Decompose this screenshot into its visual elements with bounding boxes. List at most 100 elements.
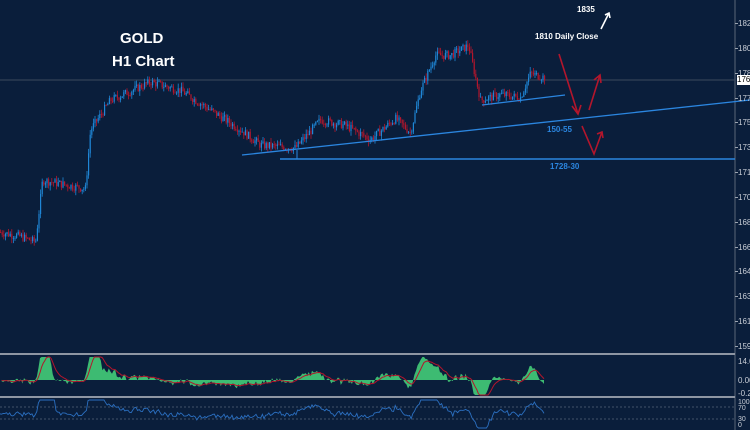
- candle-body: [465, 44, 467, 51]
- candle-body: [280, 144, 282, 146]
- candle-body: [57, 181, 59, 186]
- candle-body: [206, 106, 208, 110]
- candle-body: [536, 73, 538, 74]
- candle-body: [340, 120, 342, 129]
- candle-body: [132, 89, 134, 92]
- candle-body: [404, 124, 406, 129]
- candle-body: [36, 228, 38, 241]
- candle-body: [539, 79, 541, 81]
- candle-body: [246, 130, 248, 139]
- candle-body: [400, 117, 402, 120]
- candle-body: [168, 86, 170, 89]
- candle-body: [208, 109, 210, 110]
- candle-body: [27, 237, 29, 239]
- candle-body: [337, 120, 339, 125]
- candle-body: [356, 130, 358, 132]
- candle-body: [30, 240, 32, 242]
- rsi-tick: 70: [738, 405, 746, 412]
- macd-tick: 0.00: [738, 376, 750, 385]
- candle-body: [438, 51, 440, 53]
- candle-body: [364, 135, 366, 137]
- up-arrow-icon: [600, 12, 610, 30]
- candle-body: [118, 97, 120, 100]
- candle-body: [344, 121, 346, 125]
- candle-body: [296, 145, 298, 147]
- candle-body: [544, 75, 546, 81]
- candle-body: [494, 92, 496, 94]
- candle-body: [0, 232, 2, 234]
- candle-body: [443, 55, 445, 59]
- price-axis-label: 166: [738, 242, 750, 252]
- candle-body: [56, 179, 58, 186]
- candle-body: [257, 138, 259, 142]
- candle-body: [59, 180, 61, 182]
- candle-body: [334, 123, 336, 128]
- candle-body: [385, 126, 387, 130]
- candle-body: [265, 143, 267, 149]
- candle-body: [398, 117, 400, 121]
- candle-body: [312, 124, 314, 135]
- candle-body: [486, 100, 488, 102]
- candle-body: [347, 124, 349, 126]
- candle-body: [310, 130, 312, 135]
- candle-body: [472, 52, 474, 62]
- candle-body: [70, 184, 72, 189]
- candle-body: [302, 137, 304, 141]
- candle-body: [457, 48, 459, 54]
- candle-body: [294, 145, 296, 148]
- candle-body: [260, 143, 262, 148]
- candle-body: [446, 51, 448, 54]
- macd-tick: -0.2: [738, 389, 750, 398]
- candle-body: [100, 114, 102, 115]
- timeframe-title: H1 Chart: [112, 53, 175, 70]
- candle-body: [220, 116, 222, 122]
- candle-body: [430, 66, 432, 71]
- candle-body: [336, 124, 338, 128]
- candle-body: [504, 92, 506, 97]
- candle-body: [91, 128, 93, 135]
- candle-body: [492, 92, 494, 101]
- candle-body: [358, 131, 360, 137]
- macd-histogram: [1, 357, 545, 395]
- candle-body: [339, 120, 341, 122]
- candle-body: [235, 128, 237, 131]
- candle-body: [166, 85, 168, 87]
- candle-body: [92, 123, 94, 129]
- candle-body: [8, 232, 10, 237]
- candle-body: [225, 115, 227, 123]
- price-axis-label: 171: [738, 168, 750, 178]
- candle-body: [360, 132, 362, 137]
- candle-body: [272, 143, 274, 148]
- price-axis-label: 173: [738, 143, 750, 153]
- candle-body: [155, 82, 157, 87]
- candle-body: [320, 118, 322, 121]
- candle-body: [60, 180, 62, 188]
- candle-body: [243, 131, 245, 136]
- price-axis-label: 170: [738, 192, 750, 202]
- candle-body: [387, 122, 389, 127]
- candle-body: [483, 100, 485, 103]
- candle-body: [177, 88, 179, 93]
- candle-body: [19, 231, 21, 236]
- candle-body: [4, 234, 6, 237]
- candle-body: [126, 90, 128, 96]
- candle-body: [172, 86, 174, 93]
- candle-body: [275, 144, 277, 146]
- candle-body: [140, 85, 142, 89]
- candle-body: [1, 232, 3, 235]
- candle-body: [448, 51, 450, 59]
- candle-body: [94, 119, 96, 124]
- candle-body: [435, 55, 437, 63]
- candle-body: [51, 182, 53, 184]
- candle-body: [144, 82, 146, 89]
- price-axis-label: 161: [738, 317, 750, 327]
- candle-body: [108, 98, 110, 105]
- candle-body: [408, 131, 410, 133]
- candle-body: [478, 86, 480, 98]
- candle-body: [152, 80, 154, 86]
- candle-body: [278, 144, 280, 146]
- candle-body: [505, 91, 507, 97]
- candle-body: [240, 130, 242, 132]
- candle-body: [78, 185, 80, 189]
- candle-body: [452, 52, 454, 58]
